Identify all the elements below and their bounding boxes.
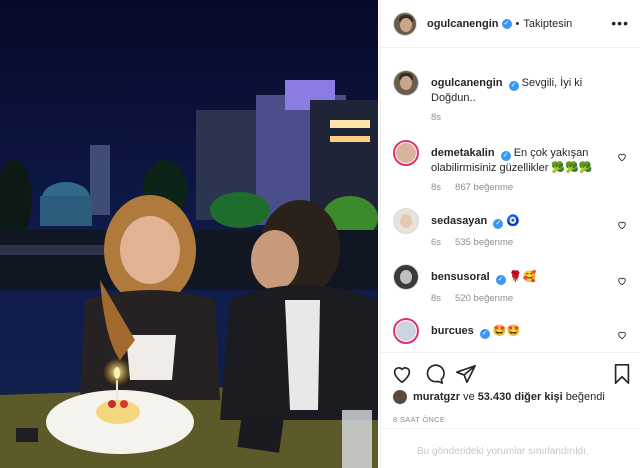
liker-avatar[interactable] <box>393 390 407 404</box>
comment-username[interactable]: bensusoral <box>431 271 490 283</box>
comment-username[interactable]: sedasayan <box>431 215 487 227</box>
comment-age[interactable]: 8s <box>431 293 441 304</box>
verified-badge-icon: ✓ <box>501 18 512 29</box>
verified-badge-icon: ✓ <box>508 81 519 91</box>
likes-others-link[interactable]: 53.430 diğer kişi <box>478 391 563 403</box>
comment-likes[interactable]: 867 beğenme <box>455 182 513 193</box>
heart-icon[interactable] <box>617 276 627 286</box>
comment-likes[interactable]: 535 beğenme <box>455 237 513 248</box>
post-photo[interactable] <box>0 0 378 468</box>
likes-joiner: ve <box>463 391 475 403</box>
comment-avatar[interactable] <box>393 208 419 234</box>
comment-avatar[interactable] <box>393 140 419 166</box>
heart-icon[interactable] <box>617 152 627 162</box>
like-heart-icon[interactable] <box>391 363 413 385</box>
comment-body: burcues ✓ 🤩🤩 <box>431 324 616 339</box>
caption-meta: 8s <box>431 112 441 123</box>
photo-scene <box>0 0 378 468</box>
verified-badge-icon: ✓ <box>479 329 490 339</box>
author-avatar[interactable] <box>393 11 417 36</box>
separator-dot: • <box>515 17 520 30</box>
comment-likes[interactable]: 520 beğenme <box>455 293 513 304</box>
likes-suffix: beğendi <box>565 391 605 403</box>
comment-text: 🧿 <box>506 215 521 227</box>
comment-meta: 8s 867 beğenme <box>431 182 513 193</box>
post-side-panel: ogulcanengin ✓ • Takiptesin ••• ogulcane… <box>380 0 640 468</box>
comment-body: demetakalin ✓ En çok yakışan olabilirmis… <box>431 146 616 176</box>
comment-text: 🤩🤩 <box>492 325 521 337</box>
comment-avatar[interactable] <box>393 318 419 344</box>
likes-summary: muratgzr ve 53.430 diğer kişi beğendi <box>393 390 605 404</box>
verified-badge-icon: ✓ <box>500 151 511 161</box>
comment-body: bensusoral ✓ 🌹🥰 <box>431 270 616 285</box>
ellipsis-icon[interactable]: ••• <box>611 16 629 30</box>
caption-body: ogulcanengin ✓ Sevgili, İyi ki Doğdun.. <box>431 76 616 106</box>
heart-icon[interactable] <box>617 220 627 230</box>
comments-limited-notice: Bu gönderideki yorumlar sınırlandırıldı. <box>381 428 640 468</box>
author-username[interactable]: ogulcanengin <box>427 18 499 30</box>
comment-text: 🌹🥰 <box>508 271 537 283</box>
caption-username[interactable]: ogulcanengin <box>431 77 503 89</box>
post-timestamp[interactable]: 8 SAAT ÖNCE <box>393 415 445 424</box>
caption-age[interactable]: 8s <box>431 112 441 123</box>
heart-icon[interactable] <box>617 330 627 340</box>
follow-status-button[interactable]: Takiptesin <box>523 18 572 30</box>
comment-meta: 8s 520 beğenme <box>431 293 513 304</box>
liker-username[interactable]: muratgzr <box>413 391 460 403</box>
bookmark-icon[interactable] <box>611 363 633 385</box>
comment-bubble-icon[interactable] <box>423 363 445 385</box>
share-paper-plane-icon[interactable] <box>455 363 477 385</box>
verified-badge-icon: ✓ <box>493 219 504 229</box>
verified-badge-icon: ✓ <box>495 275 506 285</box>
comment-meta: 6s 535 beğenme <box>431 237 513 248</box>
comment-age[interactable]: 6s <box>431 237 441 248</box>
post-header: ogulcanengin ✓ • Takiptesin ••• <box>381 0 640 48</box>
comment-body: sedasayan ✓ 🧿 <box>431 214 616 229</box>
caption-avatar[interactable] <box>393 70 419 96</box>
action-bar <box>381 352 640 392</box>
comment-username[interactable]: demetakalin <box>431 147 495 159</box>
comment-age[interactable]: 8s <box>431 182 441 193</box>
comment-avatar[interactable] <box>393 264 419 290</box>
comment-username[interactable]: burcues <box>431 325 474 337</box>
